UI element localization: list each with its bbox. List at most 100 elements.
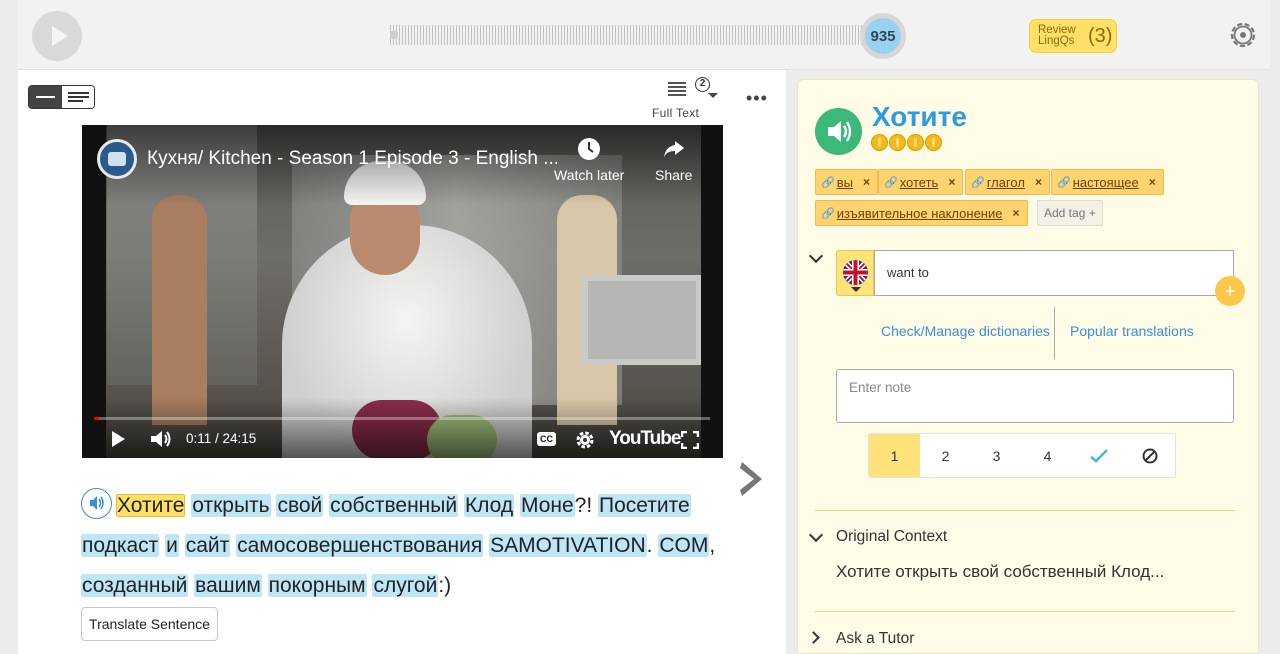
expand-tutor-icon[interactable] — [807, 631, 820, 644]
language-selector[interactable] — [836, 250, 874, 296]
punctuation — [262, 574, 268, 597]
status-level-3[interactable]: 3 — [971, 434, 1022, 477]
video-settings-icon[interactable] — [575, 430, 595, 450]
view-mode-toggle[interactable] — [28, 85, 95, 109]
link-icon: 🔗 — [1057, 176, 1071, 189]
remove-tag-icon[interactable]: × — [863, 175, 870, 189]
word-token[interactable]: покорным — [267, 574, 367, 597]
video-scrubber[interactable] — [94, 417, 710, 420]
punctuation — [179, 534, 185, 557]
speaker-icon — [828, 121, 852, 142]
youtube-logo[interactable]: YouTube — [609, 428, 681, 450]
tag-item[interactable]: 🔗 глагол × — [965, 169, 1050, 195]
sentence-audio-icon[interactable] — [81, 488, 112, 519]
remove-tag-icon[interactable]: × — [1035, 175, 1042, 189]
word-token[interactable]: COM — [658, 534, 710, 557]
full-text-dropdown-icon[interactable] — [708, 93, 718, 98]
word-detail-panel: Хотите 🔗 вы × 🔗 хотеть × 🔗 глагол × 🔗 настоящее… — [797, 79, 1259, 654]
known-check-icon[interactable] — [1073, 434, 1124, 477]
word-audio-button[interactable] — [815, 108, 862, 155]
word-token[interactable]: созданный — [81, 574, 189, 597]
divider — [815, 611, 1235, 612]
share-icon — [663, 141, 684, 157]
original-context-title[interactable]: Original Context — [836, 528, 947, 546]
word-token[interactable]: Моне — [519, 494, 575, 517]
word-token[interactable]: вашим — [194, 574, 262, 597]
coin-icon — [871, 134, 888, 151]
remove-tag-icon[interactable]: × — [1012, 206, 1019, 220]
word-token[interactable]: Клод — [463, 494, 515, 517]
channel-logo-icon[interactable] — [97, 139, 137, 179]
tag-label: изъявительное наклонение — [836, 205, 1003, 221]
full-text-button[interactable]: 2 Full Text — [646, 76, 718, 120]
play-audio-button[interactable] — [32, 11, 82, 61]
captions-icon[interactable]: CC — [537, 432, 556, 446]
check-dictionaries-link[interactable]: Check/Manage dictionaries — [881, 323, 1050, 339]
collapse-context-icon[interactable] — [808, 527, 824, 543]
collapse-translation-icon[interactable] — [808, 248, 824, 264]
tag-label: вы — [836, 174, 853, 190]
top-toolbar: 935 Review LingQs (3) — [18, 0, 1270, 70]
punctuation: , — [709, 534, 716, 557]
watch-later-label: Watch later — [554, 167, 625, 183]
word-token[interactable]: подкаст — [81, 534, 160, 557]
punctuation: . — [646, 534, 659, 557]
more-options-icon[interactable]: ••• — [746, 88, 768, 109]
word-token[interactable]: SAMOTIVATION — [489, 534, 647, 557]
video-title[interactable]: Кухня/ Kitchen - Season 1 Episode 3 - En… — [147, 148, 557, 170]
word-token[interactable]: и — [165, 534, 179, 557]
video-play-icon[interactable] — [109, 430, 127, 448]
next-sentence-chevron-icon[interactable] — [738, 460, 768, 498]
tag-item[interactable]: 🔗 настоящее × — [1051, 169, 1164, 195]
selected-word-token[interactable]: Хотите — [116, 494, 186, 517]
volume-icon[interactable] — [149, 429, 173, 449]
tag-label: хотеть — [899, 174, 939, 190]
review-lingqs-button[interactable]: Review LingQs (3) — [1029, 19, 1117, 53]
tag-item[interactable]: 🔗 вы × — [815, 169, 878, 195]
settings-gear-icon[interactable] — [1226, 18, 1260, 52]
fullscreen-icon[interactable] — [681, 431, 699, 449]
status-level-2[interactable]: 2 — [920, 434, 971, 477]
word-token[interactable]: сайт — [184, 534, 231, 557]
current-sentence: Хотите открыть свой собственный Клод Мон… — [81, 486, 721, 606]
word-token[interactable]: самосовершенствования — [236, 534, 484, 557]
page-view-option[interactable] — [62, 86, 94, 108]
word-token[interactable]: слугой — [372, 574, 439, 597]
full-text-badge: 2 — [695, 77, 710, 92]
tag-label: настоящее — [1072, 174, 1139, 190]
popular-translations-link[interactable]: Popular translations — [1070, 323, 1194, 339]
known-words-badge: 935 — [860, 13, 906, 59]
clock-icon — [578, 138, 601, 160]
sentence-view-option[interactable] — [29, 86, 62, 108]
add-translation-button[interactable]: + — [1215, 276, 1245, 306]
tag-item[interactable]: 🔗 хотеть × — [878, 169, 964, 195]
ignore-icon[interactable] — [1124, 434, 1175, 477]
note-field[interactable]: Enter note — [836, 369, 1234, 423]
word-token[interactable]: свой — [276, 494, 324, 517]
remove-tag-icon[interactable]: × — [948, 175, 955, 189]
review-lingqs-label: Review LingQs — [1038, 24, 1076, 47]
word-token[interactable]: Посетите — [598, 494, 691, 517]
lesson-progress-track[interactable] — [390, 25, 878, 45]
coin-icon — [889, 134, 906, 151]
add-tag-button[interactable]: Add tag + — [1037, 200, 1103, 226]
word-token[interactable]: собственный — [329, 494, 459, 517]
ask-tutor-title[interactable]: Ask a Tutor — [836, 630, 914, 648]
video-player[interactable]: Кухня/ Kitchen - Season 1 Episode 3 - En… — [82, 125, 723, 458]
chevron-down-icon — [851, 287, 861, 292]
translate-sentence-button[interactable]: Translate Sentence — [81, 607, 218, 641]
share-button[interactable]: Share — [655, 137, 692, 183]
original-context-text: Хотите открыть свой собственный Клод... — [836, 562, 1165, 581]
watch-later-button[interactable]: Watch later — [554, 137, 624, 183]
video-time: 0:11 / 24:15 — [186, 431, 257, 446]
status-level-1[interactable]: 1 — [869, 434, 920, 477]
status-level-4[interactable]: 4 — [1022, 434, 1073, 477]
uk-flag-icon — [843, 260, 868, 285]
reader-pane: 2 Full Text ••• Кухня/ Kitchen - Season … — [18, 70, 786, 654]
translation-input[interactable]: want to — [874, 250, 1234, 296]
tag-item[interactable]: 🔗 изъявительное наклонение × — [815, 200, 1028, 226]
selected-word: Хотите — [872, 101, 967, 132]
word-token[interactable]: открыть — [191, 494, 271, 517]
remove-tag-icon[interactable]: × — [1149, 175, 1156, 189]
punctuation: :) — [438, 574, 452, 597]
